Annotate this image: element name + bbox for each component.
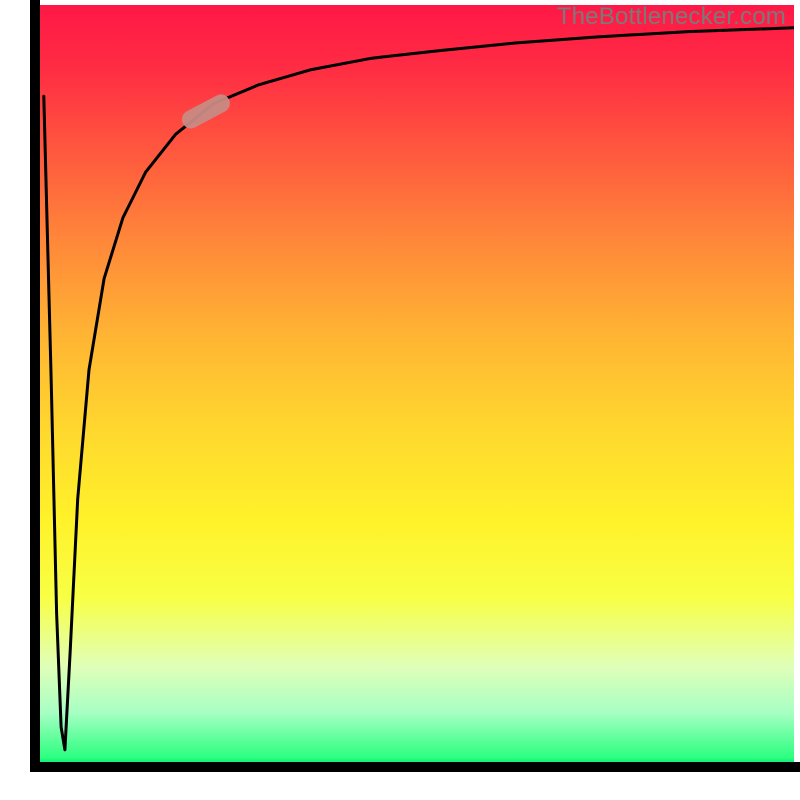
watermark: TheBottlenecker.com [557, 3, 786, 31]
plot-area [40, 5, 794, 765]
bottleneck-curve [44, 28, 794, 750]
y-axis [30, 0, 40, 770]
curve-layer [40, 5, 794, 765]
chart-frame [0, 0, 800, 800]
curve-marker-icon [179, 91, 233, 131]
